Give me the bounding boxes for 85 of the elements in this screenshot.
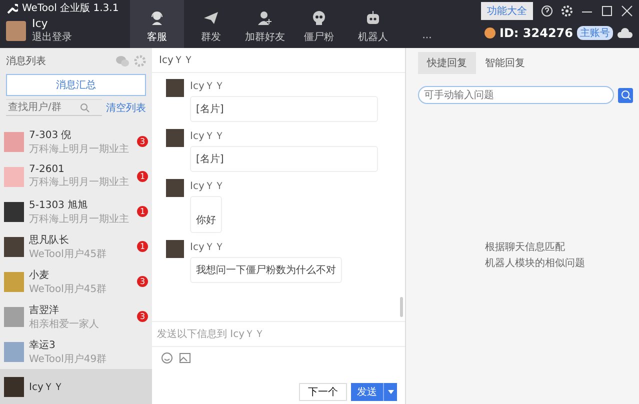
sender-name: IcyＹＹ <box>190 241 224 254</box>
nav-tab[interactable]: 客服 <box>130 0 184 48</box>
clear-list-link[interactable]: 清空列表 <box>106 100 146 114</box>
contact-item[interactable]: 思凡队长 WeTool用户45群 1 <box>0 229 152 264</box>
avatar-placeholder <box>166 129 184 147</box>
feature-button[interactable]: 功能大全 <box>481 2 533 20</box>
hint-text: 根据聊天信息匹配 <box>485 240 566 254</box>
nav-tab[interactable]: 僵尸粉 <box>292 0 346 48</box>
contact-name: 小麦 <box>29 268 50 282</box>
contact-group: 万科海上明月一期业主 <box>29 175 132 189</box>
contact-group: 相亲相爱一家人 <box>29 316 132 330</box>
contact-item[interactable]: IcyＹＹ <box>0 369 152 404</box>
add-user-icon <box>257 10 273 26</box>
contact-name: 5-1303 旭旭 <box>29 198 89 212</box>
app-title: WeTool 企业版 1.3.1 <box>22 2 119 15</box>
search-field[interactable]: 查找用户/群 <box>6 99 102 116</box>
contact-item[interactable]: 5-1303 旭旭 万科海上明月一期业主 1 <box>0 194 152 229</box>
sender-name: IcyＹＹ <box>190 130 224 143</box>
message-bubble: [名片] <box>190 146 378 172</box>
contact-name: 吉翌洋 <box>29 304 60 316</box>
contact-name: 7-303 倪 <box>29 128 72 142</box>
question-field[interactable]: 可手动输入问题 <box>418 86 614 104</box>
contact-item[interactable]: 7-303 倪 万科海上明月一期业主 3 <box>0 124 152 159</box>
summary-button[interactable]: 消息汇总 <box>6 74 146 96</box>
sidebar-title: 消息列表 <box>6 54 46 68</box>
unread-badge: 1 <box>137 171 148 182</box>
contact-item[interactable]: 7-2601 万科海上明月一期业主 1 <box>0 159 152 194</box>
contact-name: 幸运3 <box>29 338 56 352</box>
contact-item[interactable]: 幸运3 WeTool用户49群 <box>0 334 152 369</box>
unread-badge: 1 <box>137 241 148 252</box>
reply-tab[interactable]: 快捷回复 <box>418 52 476 74</box>
send-to-label: 发送以下信息到 IcyＹＹ <box>152 321 405 347</box>
nav-tab[interactable]: 加群好友 <box>238 0 292 48</box>
scrollbar[interactable] <box>400 297 403 317</box>
chat-title: IcyＹＹ <box>152 48 405 73</box>
paper-plane-icon <box>203 10 219 26</box>
search-icon <box>80 102 90 112</box>
reply-tab[interactable]: 智能回复 <box>476 52 534 74</box>
sender-name: IcyＹＹ <box>190 180 224 193</box>
caret-icon <box>388 390 394 394</box>
account-id: ID: 324276 <box>500 26 573 40</box>
nav-tab[interactable]: 机器人 <box>346 0 400 48</box>
sender-name: IcyＹＹ <box>190 80 224 93</box>
maximize-icon[interactable] <box>601 5 613 17</box>
emoji-icon[interactable] <box>161 352 173 364</box>
user-name: Icy <box>32 17 49 30</box>
send-button[interactable]: 发送 <box>351 383 383 401</box>
robot-icon <box>365 10 381 26</box>
search-button[interactable] <box>618 88 633 102</box>
contact-item[interactable]: 吉翌洋 相亲相爱一家人 3 <box>0 299 152 334</box>
avatar-placeholder <box>166 79 184 97</box>
avatar-placeholder[interactable] <box>6 20 26 40</box>
settings-icon[interactable] <box>561 5 573 17</box>
account-badge: 主账号 <box>577 26 613 40</box>
contact-group: WeTool用户49群 <box>29 352 148 366</box>
help-icon[interactable] <box>541 5 553 17</box>
nav-tab[interactable]: ··· <box>400 0 454 48</box>
logout-link[interactable]: 退出登录 <box>32 30 72 44</box>
unread-badge: 3 <box>137 136 148 147</box>
contact-item[interactable]: 小麦 WeTool用户45群 3 <box>0 264 152 299</box>
send-options-button[interactable] <box>383 383 397 401</box>
nav-tab[interactable]: 群发 <box>184 0 238 48</box>
message-bubble: 你好 <box>190 196 222 233</box>
contact-name: 7-2601 <box>29 164 66 175</box>
headset-icon <box>149 10 165 26</box>
contact-group: WeTool用户45群 <box>29 246 132 260</box>
search-icon <box>620 90 630 100</box>
unread-badge: 3 <box>137 276 148 287</box>
contact-name: IcyＹＹ <box>29 380 64 394</box>
image-icon[interactable] <box>179 352 191 364</box>
unread-badge: 3 <box>137 311 148 322</box>
contact-group: WeTool用户45群 <box>29 282 132 296</box>
message-bubble: 我想问一下僵尸粉数为什么不对 <box>190 257 342 283</box>
avatar-placeholder <box>166 240 184 258</box>
next-button[interactable]: 下一个 <box>299 383 347 401</box>
contact-name: 思凡队长 <box>29 234 70 246</box>
skull-icon <box>311 10 327 26</box>
message-bubble: [名片] <box>190 96 378 122</box>
avatar-placeholder <box>166 179 184 197</box>
hint-text: 机器人模块的相似问题 <box>485 256 586 270</box>
contact-group: 万科海上明月一期业主 <box>29 142 132 156</box>
close-icon[interactable] <box>621 5 633 17</box>
unread-badge: 1 <box>137 206 148 217</box>
cloud-icon[interactable] <box>617 27 633 39</box>
contact-group: 万科海上明月一期业主 <box>29 212 132 226</box>
